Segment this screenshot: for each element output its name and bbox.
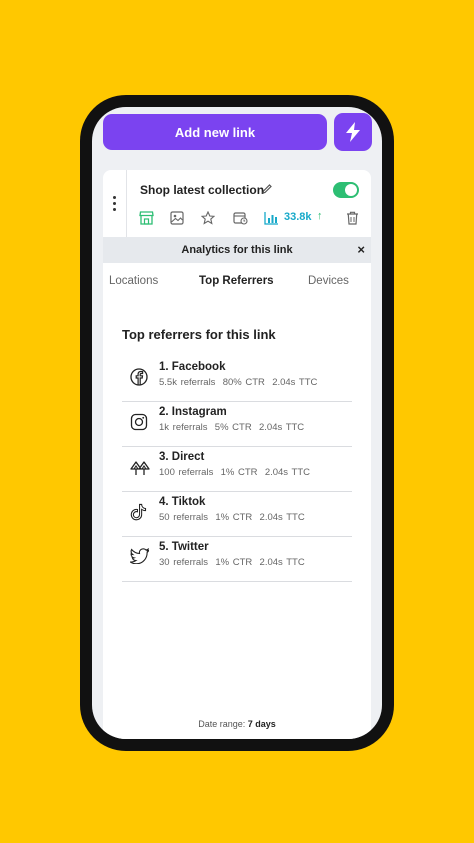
close-icon[interactable]: × [357, 242, 365, 257]
instagram-icon [130, 413, 148, 431]
date-range-value: 7 days [247, 719, 276, 729]
referrer-name: 1. Facebook [159, 361, 226, 373]
phone-screen: Add new link Shop latest collection 33.8… [92, 107, 382, 739]
star-icon[interactable] [201, 211, 215, 225]
referrer-stats: 5.5k referrals 80% CTR 2.04s TTC [159, 377, 317, 388]
twitter-icon [130, 548, 149, 564]
referrer-ctr: 1% CTR [220, 467, 258, 478]
tab-locations[interactable]: Locations [109, 275, 158, 287]
image-icon[interactable] [170, 211, 184, 225]
referrer-referrals: 100 referrals [159, 467, 214, 478]
drag-handle[interactable] [103, 170, 127, 237]
list-item[interactable]: 3. Direct 100 referrals 1% CTR 2.04s TTC [122, 447, 352, 492]
tab-devices[interactable]: Devices [308, 275, 349, 287]
schedule-icon[interactable] [233, 211, 248, 225]
link-toggle[interactable] [333, 182, 359, 198]
tiktok-icon [130, 503, 147, 521]
date-range[interactable]: Date range: 7 days [92, 719, 382, 729]
referrer-ttc: 2.04s TTC [258, 422, 305, 433]
referrers-title: Top referrers for this link [122, 327, 276, 342]
referrer-ctr: 80% CTR [222, 377, 265, 388]
facebook-icon [130, 368, 148, 386]
trend-up-icon: ↑ [317, 210, 323, 222]
date-range-label: Date range: [198, 719, 246, 729]
list-item[interactable]: 2. Instagram 1k referrals 5% CTR 2.04s T… [122, 402, 352, 447]
referrer-stats: 1k referrals 5% CTR 2.04s TTC [159, 422, 304, 433]
referrer-referrals: 50 referrals [159, 512, 209, 523]
referrer-ctr: 1% CTR [215, 512, 253, 523]
link-card: Shop latest collection 33.8k ↑ Analytics… [103, 170, 371, 739]
add-new-link-button[interactable]: Add new link [103, 114, 327, 150]
referrer-stats: 30 referrals 1% CTR 2.04s TTC [159, 557, 305, 568]
referrer-name: 4. Tiktok [159, 496, 206, 508]
referrer-ctr: 1% CTR [215, 557, 253, 568]
referrer-name: 2. Instagram [159, 406, 227, 418]
referrer-referrals: 30 referrals [159, 557, 209, 568]
analytics-header: Analytics for this link × [103, 237, 371, 263]
referrer-stats: 50 referrals 1% CTR 2.04s TTC [159, 512, 305, 523]
referrer-referrals: 1k referrals [159, 422, 208, 433]
add-new-link-label: Add new link [174, 124, 256, 140]
referrer-name: 5. Twitter [159, 541, 209, 553]
tab-top-referrers[interactable]: Top Referrers [199, 275, 274, 287]
click-count[interactable]: 33.8k [284, 211, 312, 223]
pencil-icon[interactable] [261, 183, 273, 195]
list-item[interactable]: 4. Tiktok 50 referrals 1% CTR 2.04s TTC [122, 492, 352, 537]
analytics-tabs: Locations Top Referrers Devices [103, 273, 371, 293]
linktree-icon [130, 461, 150, 475]
list-item[interactable]: 1. Facebook 5.5k referrals 80% CTR 2.04s… [122, 357, 352, 402]
shop-icon[interactable] [139, 211, 154, 225]
drag-dots-icon [113, 195, 116, 213]
referrer-ttc: 2.04s TTC [259, 557, 305, 568]
referrer-ctr: 5% CTR [214, 422, 252, 433]
analytics-icon[interactable] [264, 211, 279, 225]
analytics-title: Analytics for this link [181, 244, 293, 256]
list-item[interactable]: 5. Twitter 30 referrals 1% CTR 2.04s TTC [122, 537, 352, 582]
bolt-button[interactable] [334, 113, 372, 151]
trash-icon[interactable] [346, 211, 359, 225]
referrer-referrals: 5.5k referrals [159, 377, 216, 388]
referrer-name: 3. Direct [159, 451, 205, 463]
bolt-icon [346, 122, 360, 142]
referrer-stats: 100 referrals 1% CTR 2.04s TTC [159, 467, 310, 478]
link-title[interactable]: Shop latest collection [140, 183, 264, 197]
referrer-ttc: 2.04s TTC [259, 512, 305, 523]
referrer-ttc: 2.04s TTC [264, 467, 310, 478]
referrer-ttc: 2.04s TTC [272, 377, 318, 388]
